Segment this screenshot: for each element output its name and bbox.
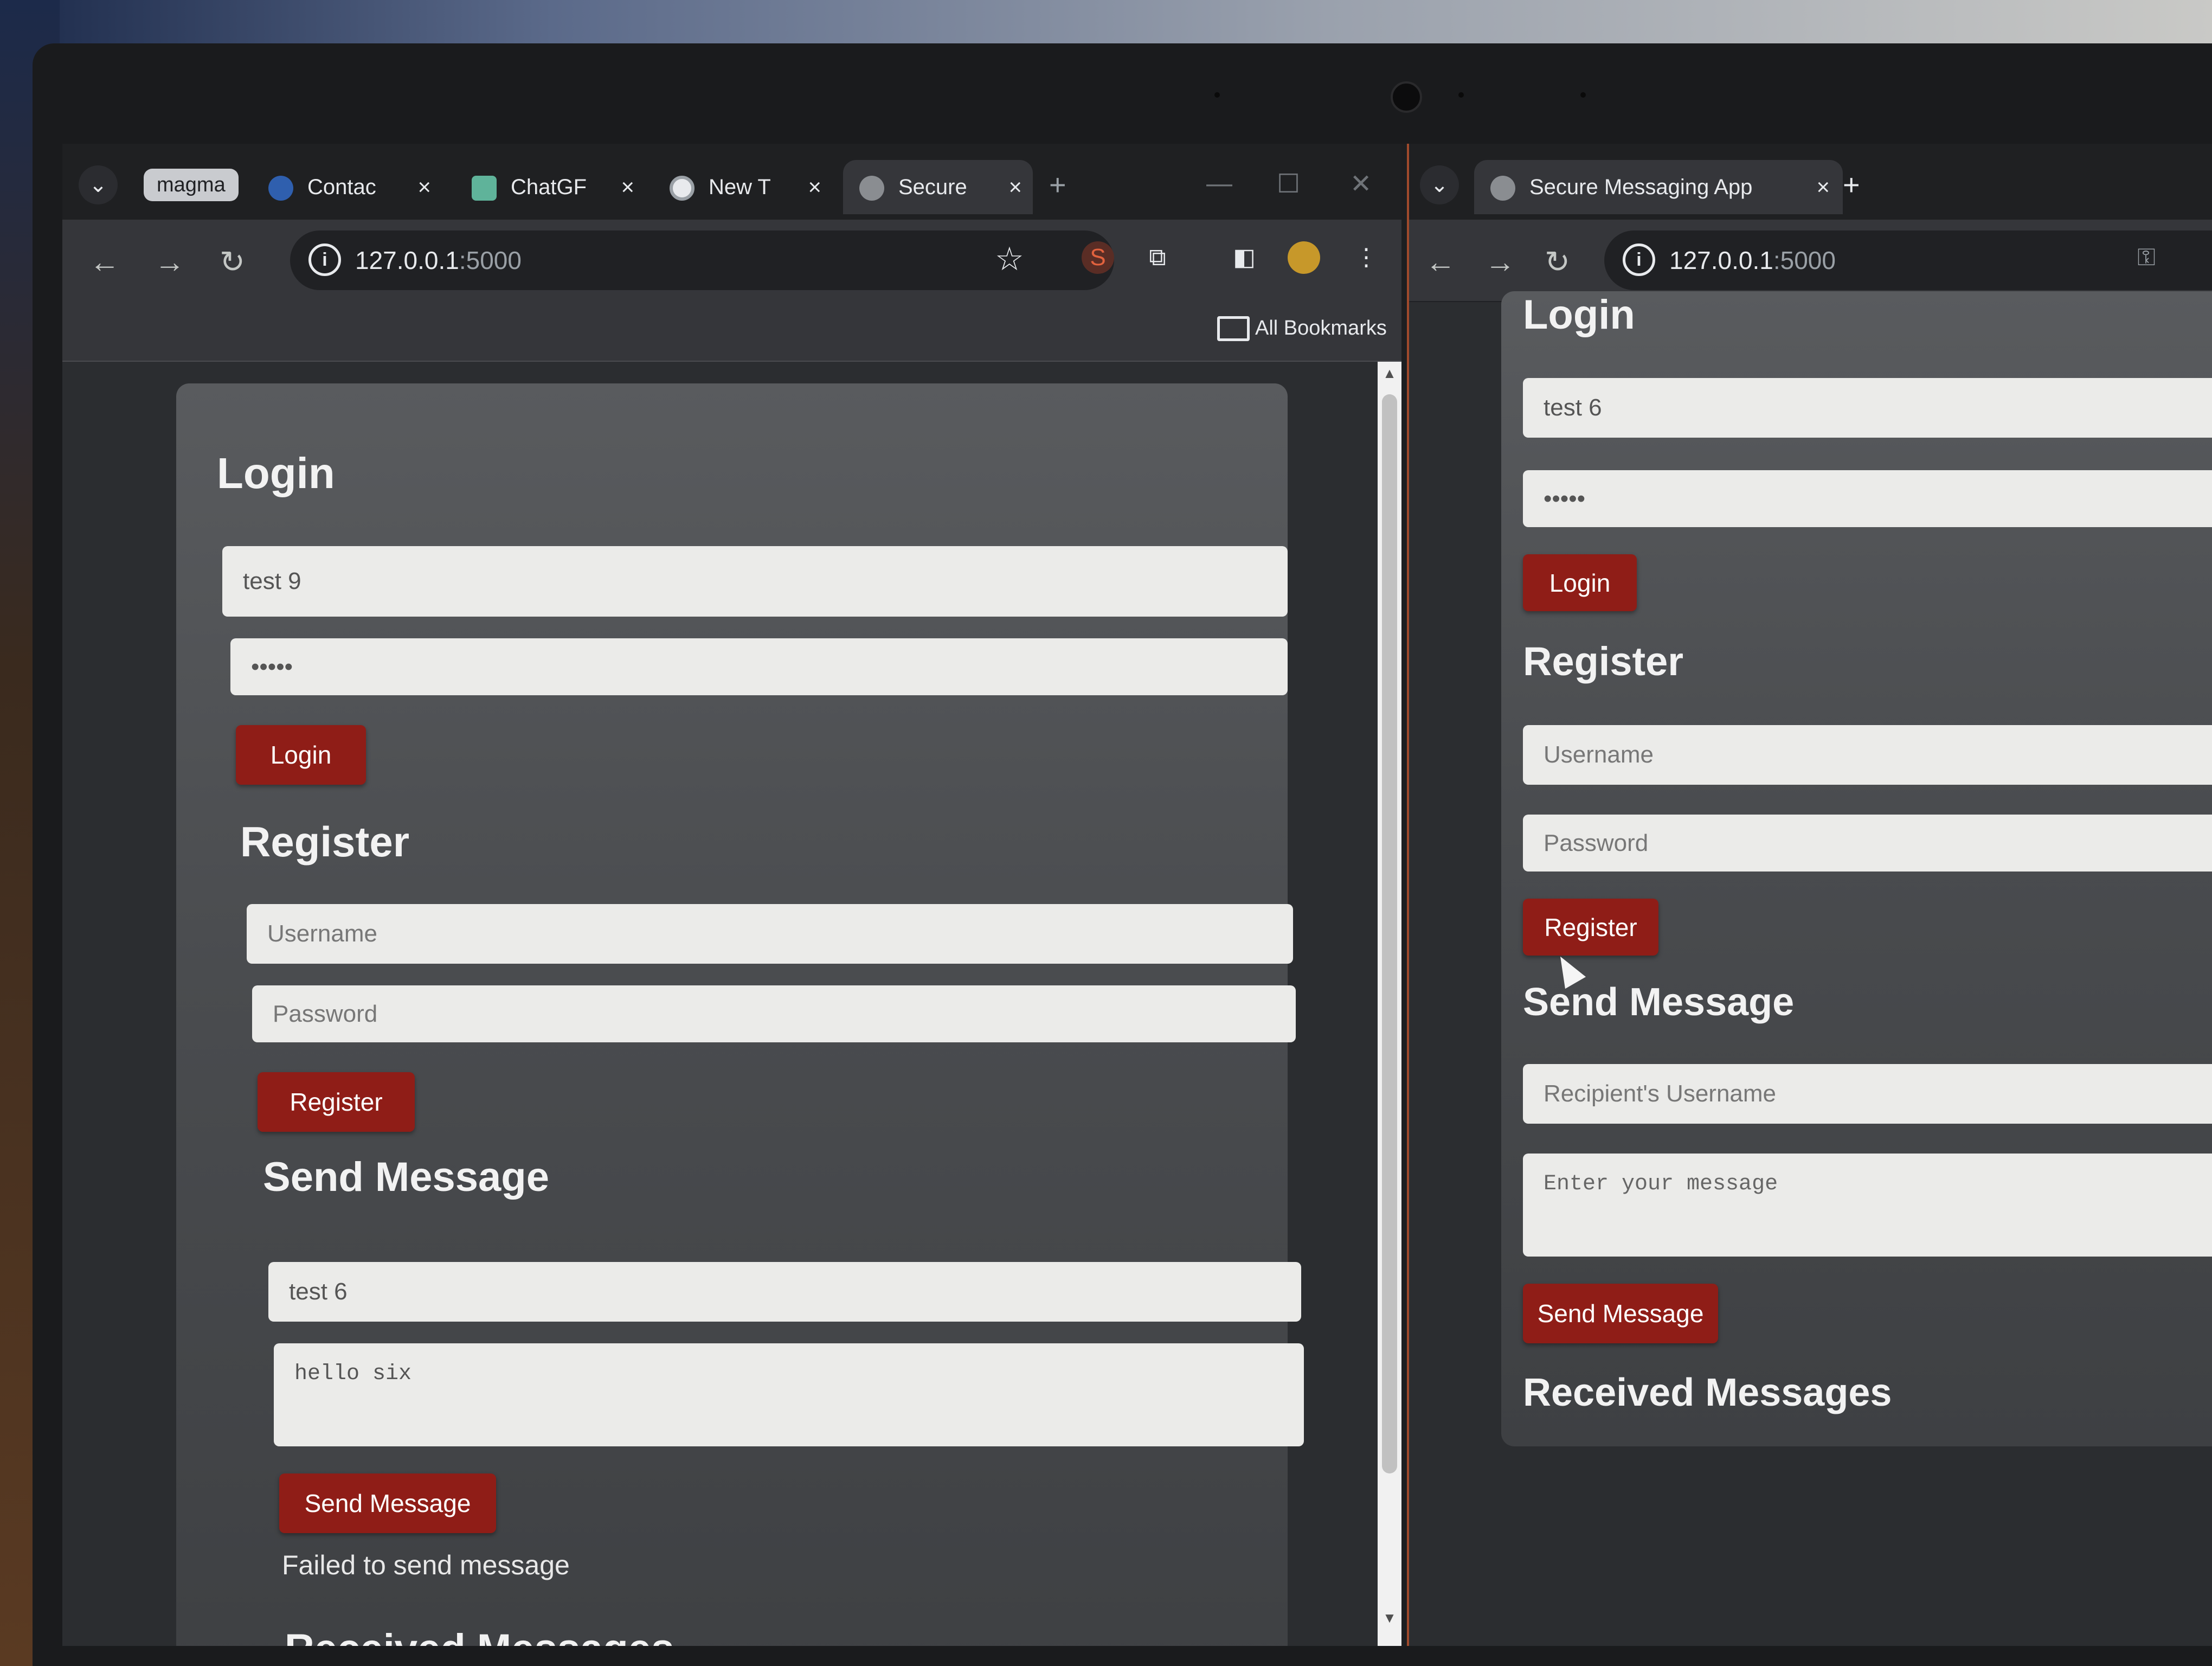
close-window-button[interactable]: ✕ (1350, 169, 1372, 199)
app-card: Login Login Register Register Send Messa… (1501, 291, 2212, 1446)
register-username-input[interactable] (247, 904, 1293, 964)
register-heading: Register (240, 818, 410, 866)
tab-secure-messaging-app[interactable]: Secure Messaging App × (1474, 160, 1843, 214)
tab-close-icon[interactable]: × (1816, 160, 1830, 214)
tab-close-icon[interactable]: × (1008, 160, 1022, 214)
page-viewport: Login Login Register Register Send Messa… (62, 362, 1401, 1646)
tab-title: Secure Messaging App (1529, 175, 1753, 199)
contacts-favicon-icon (268, 176, 293, 201)
login-heading: Login (217, 449, 335, 497)
tab-strip: ⌄ Secure Messaging App × + (1409, 144, 2212, 220)
message-textarea[interactable] (1523, 1154, 2212, 1257)
url-text: 127.0.0.1:5000 (1669, 246, 1836, 274)
tab-group-chip[interactable]: magma (144, 169, 239, 201)
login-password-input[interactable] (230, 638, 1288, 695)
tab-strip: ⌄ magma Contac × ChatGF × New T × Secure… (62, 144, 1401, 220)
tab-search-button[interactable]: ⌄ (1420, 165, 1459, 204)
puzzle-icon[interactable]: ⧉ (1141, 241, 1174, 274)
tab-close-icon[interactable]: × (417, 160, 431, 214)
new-tab-button[interactable]: + (1049, 169, 1066, 201)
star-icon[interactable]: ☆ (995, 240, 1024, 278)
kebab-menu-icon[interactable]: ⋮ (1350, 241, 1382, 274)
minimize-button[interactable]: — (1206, 169, 1232, 198)
laptop-screen: ⌄ magma Contac × ChatGF × New T × Secure… (62, 144, 2212, 1646)
password-key-icon[interactable]: ⚿ (2130, 241, 2163, 274)
chatgpt-favicon-icon (472, 176, 497, 201)
received-messages-heading: Received Messages (285, 1625, 674, 1646)
tab-chatgpt[interactable]: ChatGF × (472, 160, 634, 214)
tab-close-icon[interactable]: × (808, 160, 821, 214)
send-message-heading: Send Message (263, 1154, 549, 1200)
sensor-dot (1214, 92, 1220, 98)
sensor-dot (1580, 92, 1586, 98)
globe-favicon-icon (1490, 176, 1515, 201)
reload-icon[interactable]: ↻ (220, 240, 245, 284)
right-browser-window: ⌄ Secure Messaging App × + ← → ↻ i 127.0… (1407, 144, 2212, 1646)
tab-title: Secure (898, 175, 967, 199)
chrome-favicon-icon (670, 176, 695, 201)
login-button[interactable]: Login (236, 725, 366, 785)
info-icon[interactable]: i (1623, 244, 1655, 276)
bookmarks-bar (62, 301, 1401, 362)
forward-arrow-icon[interactable]: → (155, 240, 185, 284)
tab-contacts[interactable]: Contac × (268, 160, 431, 214)
all-bookmarks-link[interactable]: All Bookmarks (1255, 306, 1387, 350)
register-username-input[interactable] (1523, 725, 2212, 785)
globe-favicon-icon (859, 176, 884, 201)
forward-arrow-icon[interactable]: → (1485, 240, 1515, 284)
login-username-input[interactable] (222, 546, 1288, 617)
scroll-up-arrow-icon[interactable]: ▲ (1378, 365, 1401, 382)
scrollbar-thumb[interactable] (1382, 394, 1397, 1473)
address-bar[interactable]: i 127.0.0.1:5000 (1604, 230, 2212, 290)
folder-icon (1217, 316, 1250, 341)
login-password-input[interactable] (1523, 470, 2212, 527)
send-status-text: Failed to send message (282, 1550, 570, 1580)
register-button[interactable]: Register (1523, 899, 1658, 956)
page-viewport: Login Login Register Register Send Messa… (1409, 291, 2212, 1646)
tab-new-tab[interactable]: New T × (670, 160, 821, 214)
tab-title: ChatGF (511, 175, 587, 199)
app-card: Login Login Register Register Send Messa… (176, 383, 1304, 1646)
page-scrollbar[interactable]: ▲ ▼ (1378, 362, 1401, 1646)
back-arrow-icon[interactable]: ← (1425, 240, 1456, 284)
send-message-button[interactable]: Send Message (1523, 1284, 1718, 1343)
tab-title: Contac (307, 175, 376, 199)
webcam (1391, 81, 1422, 113)
left-browser-window: ⌄ magma Contac × ChatGF × New T × Secure… (62, 144, 1401, 1646)
url-text: 127.0.0.1:5000 (355, 246, 522, 274)
recipient-input[interactable] (268, 1262, 1301, 1322)
register-password-input[interactable] (1523, 815, 2212, 872)
address-bar[interactable]: i 127.0.0.1:5000 (290, 230, 1114, 290)
register-heading: Register (1523, 639, 1684, 684)
tab-close-icon[interactable]: × (621, 160, 634, 214)
tab-title: New T (709, 175, 771, 199)
received-messages-heading: Received Messages (1523, 1371, 1892, 1414)
sensor-dot (1458, 92, 1464, 98)
scroll-down-arrow-icon[interactable]: ▼ (1378, 1610, 1401, 1626)
tab-secure-messaging[interactable]: Secure × (843, 160, 1033, 214)
send-message-button[interactable]: Send Message (279, 1473, 496, 1533)
maximize-button[interactable]: ☐ (1277, 169, 1300, 199)
register-password-input[interactable] (252, 985, 1296, 1042)
register-button[interactable]: Register (258, 1072, 415, 1132)
reload-icon[interactable]: ↻ (1545, 240, 1570, 284)
recipient-input[interactable] (1523, 1064, 2212, 1124)
new-tab-button[interactable]: + (1843, 169, 1860, 201)
tab-search-button[interactable]: ⌄ (79, 165, 118, 204)
side-panel-icon[interactable]: ◧ (1228, 241, 1261, 274)
login-username-input[interactable] (1523, 378, 2212, 438)
back-arrow-icon[interactable]: ← (89, 240, 120, 284)
avatar[interactable] (1288, 241, 1320, 274)
login-button[interactable]: Login (1523, 554, 1637, 611)
message-textarea[interactable]: hello six (274, 1343, 1304, 1446)
extension-s-icon[interactable]: S (1082, 241, 1114, 274)
info-icon[interactable]: i (308, 244, 341, 276)
login-heading: Login (1523, 292, 1635, 338)
